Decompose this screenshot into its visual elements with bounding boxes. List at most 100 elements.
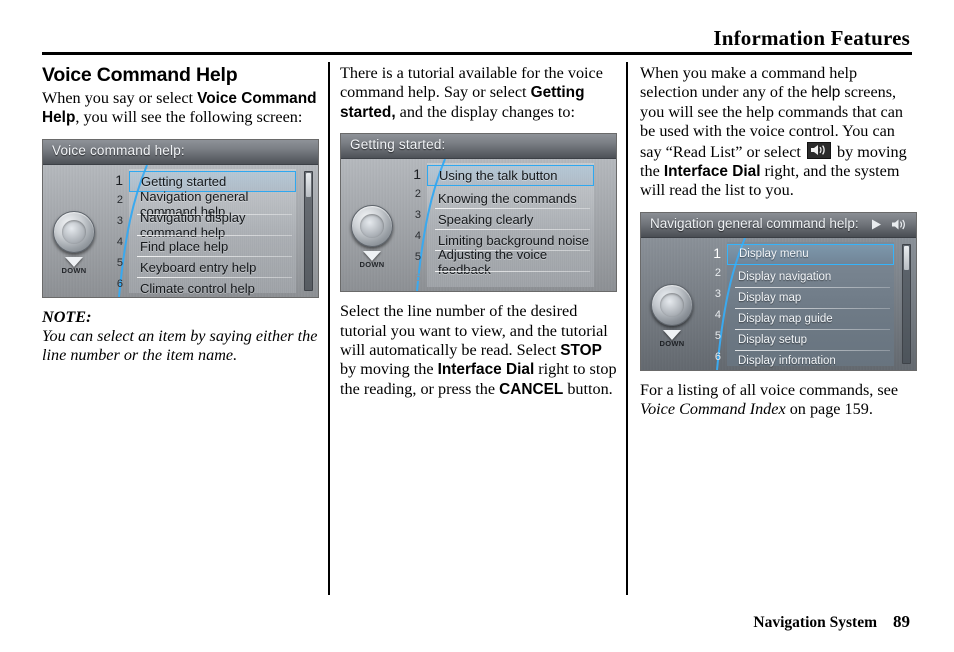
col3-p2-part-a: For a listing of all voice commands, see xyxy=(640,380,899,399)
column-1: Voice Command Help When you say or selec… xyxy=(42,64,319,366)
screen3-rows: Display menu Display navigation Display … xyxy=(727,242,894,367)
screen1-row-3[interactable]: Navigation display command help xyxy=(129,210,296,240)
note-body: You can select an item by saying either … xyxy=(42,326,318,365)
screen3-titlebar: Navigation general command help: xyxy=(641,212,916,238)
column-3: When you make a command help selection u… xyxy=(640,64,917,431)
col3-p1-bold-dial: Interface Dial xyxy=(663,163,761,181)
down-indicator: DOWN xyxy=(359,251,385,269)
screen2-row-1[interactable]: Using the talk button xyxy=(427,165,594,187)
screen2-titlebar: Getting started: xyxy=(341,134,616,160)
screen3-scrollbar[interactable] xyxy=(902,243,911,364)
screen1-stage: DOWN 1 2 3 4 5 6 Getting started Navigat… xyxy=(43,164,318,297)
screen2-num-6: 6 xyxy=(414,272,421,285)
screen3-num-3: 3 xyxy=(714,287,721,300)
interface-dial-icon[interactable] xyxy=(651,283,693,326)
speaker-icon[interactable] xyxy=(891,218,906,236)
screen1-rows: Getting started Navigation general comma… xyxy=(129,169,296,296)
screen2-row-3[interactable]: Speaking clearly xyxy=(427,209,594,231)
screen2-title: Getting started: xyxy=(350,137,446,153)
screen3-row-3-label: Display map xyxy=(738,292,802,305)
screen1-row-6[interactable]: Climate control help xyxy=(129,278,296,297)
screen2-row-5[interactable]: Adjusting the voice feedback xyxy=(427,247,594,277)
screen1-row-1-label: Getting started xyxy=(141,173,227,189)
page-header-title: Information Features xyxy=(713,26,910,50)
col2-p2-part-g: button. xyxy=(563,379,613,398)
interface-dial-icon[interactable] xyxy=(53,210,95,253)
screen3-row-5-label: Display setup xyxy=(738,334,808,347)
down-arrow-icon xyxy=(363,251,381,262)
screen3-row-2[interactable]: Display navigation xyxy=(727,267,894,288)
screen3-row-6[interactable]: Display information xyxy=(727,351,894,370)
down-label: DOWN xyxy=(359,260,385,270)
screen1-scrollbar-thumb[interactable] xyxy=(306,172,311,197)
speaker-icon xyxy=(806,141,831,159)
down-arrow-icon xyxy=(663,329,681,340)
col2-p2-bold-dial: Interface Dial xyxy=(437,361,535,379)
column-divider-2 xyxy=(626,62,628,595)
screen3-row-2-label: Display navigation xyxy=(738,271,832,284)
col2-p1-part-c: and the display changes to: xyxy=(395,102,575,121)
device-screenshot-getting-started: Getting started: DOWN 1 2 3 4 5 6 Using … xyxy=(340,133,617,293)
screen3-title: Navigation general command help: xyxy=(650,215,859,231)
col2-p2-bold-cancel: CANCEL xyxy=(499,380,564,398)
manual-page: Information Features Voice Command Help … xyxy=(0,0,954,652)
interface-dial-icon[interactable] xyxy=(351,205,393,248)
screen1-row-5-label: Keyboard entry help xyxy=(140,259,257,275)
screen3-scrollbar-thumb[interactable] xyxy=(904,245,909,270)
note-heading: NOTE: xyxy=(42,307,92,326)
screen2-num-5: 5 xyxy=(414,251,421,264)
screen2-row-2-label: Knowing the commands xyxy=(438,191,577,207)
screen1-num-6: 6 xyxy=(116,277,123,290)
screen1-num-4: 4 xyxy=(116,235,123,248)
col2-paragraph-2: Select the line number of the desired tu… xyxy=(340,302,617,399)
screen1-line-numbers: 1 2 3 4 5 6 xyxy=(99,165,125,297)
device-screenshot-navigation-general-command-help: Navigation general command help: DOWN 1 … xyxy=(640,211,917,371)
col1-p1-part-a: When you say or select xyxy=(42,89,198,107)
col3-p1-help-word: help xyxy=(811,84,841,102)
screen3-line-numbers: 1 2 3 4 5 6 xyxy=(697,238,723,370)
col2-p2-part-c: by moving the xyxy=(340,360,438,379)
screen1-scrollbar[interactable] xyxy=(304,170,313,291)
screen1-num-2: 2 xyxy=(116,193,123,206)
screen3-row-3[interactable]: Display map xyxy=(727,288,894,309)
screen1-title: Voice command help: xyxy=(52,142,185,158)
screen2-stage: DOWN 1 2 3 4 5 6 Using the talk button K… xyxy=(341,159,616,292)
screen3-num-1: 1 xyxy=(713,244,721,261)
column-2: There is a tutorial available for the vo… xyxy=(340,64,617,410)
screen2-num-4: 4 xyxy=(414,230,421,243)
screen3-num-6: 6 xyxy=(714,350,721,363)
col3-paragraph-1: When you make a command help selection u… xyxy=(640,64,917,201)
screen3-title-icons xyxy=(870,218,906,236)
col3-paragraph-2: For a listing of all voice commands, see… xyxy=(640,381,917,420)
screen3-num-5: 5 xyxy=(714,329,721,342)
screen1-titlebar: Voice command help: xyxy=(43,139,318,165)
screen3-row-5[interactable]: Display setup xyxy=(727,330,894,351)
col2-paragraph-1: There is a tutorial available for the vo… xyxy=(340,64,617,122)
section-heading: Voice Command Help xyxy=(42,64,238,86)
screen1-row-5[interactable]: Keyboard entry help xyxy=(129,257,296,278)
screen1-num-5: 5 xyxy=(116,256,123,269)
screen3-num-2: 2 xyxy=(714,266,721,279)
screen3-row-6-label: Display information xyxy=(738,355,836,368)
footer-label: Navigation System xyxy=(753,614,877,631)
play-icon[interactable] xyxy=(870,218,883,236)
screen3-row-1-label: Display menu xyxy=(739,248,809,261)
screen1-num-1: 1 xyxy=(115,171,123,188)
screen2-row-2[interactable]: Knowing the commands xyxy=(427,188,594,210)
screen3-row-1[interactable]: Display menu xyxy=(727,243,894,265)
screen3-stage: DOWN 1 2 3 4 5 6 Display menu Display na… xyxy=(641,237,916,370)
screen2-row-3-label: Speaking clearly xyxy=(438,212,534,228)
column-divider-1 xyxy=(328,62,330,595)
screen2-row-1-label: Using the talk button xyxy=(439,168,558,184)
screen1-row-4[interactable]: Find place help xyxy=(129,236,296,257)
down-indicator: DOWN xyxy=(61,256,87,275)
page-footer: Navigation System 89 xyxy=(753,612,910,632)
screen3-num-4: 4 xyxy=(714,308,721,321)
screen3-row-4-label: Display map guide xyxy=(738,313,833,326)
screen1-row-6-label: Climate control help xyxy=(140,280,255,296)
screen2-line-numbers: 1 2 3 4 5 6 xyxy=(397,159,423,291)
screen3-row-4[interactable]: Display map guide xyxy=(727,309,894,330)
